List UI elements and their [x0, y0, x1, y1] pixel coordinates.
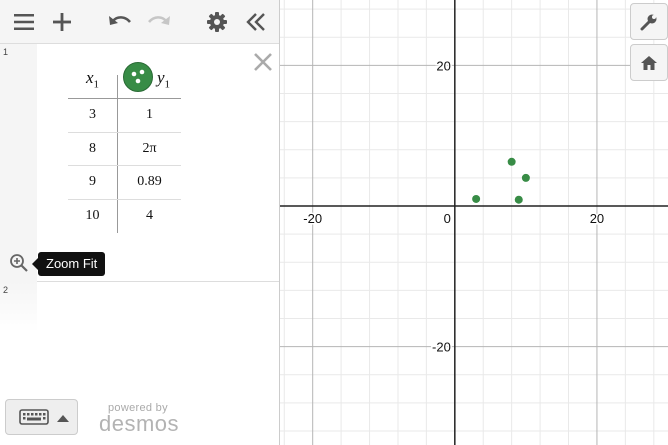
- gear-icon: [207, 12, 227, 32]
- expression-list: 1 x1 y1 3 1 8 2π 9 0.89 10 4 Zoom Fit 2: [0, 44, 279, 445]
- redo-icon: [148, 16, 170, 25]
- double-chevron-left-icon: [246, 13, 265, 31]
- x-cell[interactable]: 9: [68, 174, 117, 190]
- x-cell[interactable]: 10: [68, 208, 117, 224]
- y-cell[interactable]: 0.89: [118, 174, 181, 190]
- table-row: 8 2π: [68, 133, 181, 166]
- x-column-header[interactable]: x1: [68, 68, 117, 90]
- x-tick-label: 0: [444, 211, 451, 226]
- line-number: 2: [3, 285, 9, 295]
- expression-gutter[interactable]: 1: [0, 44, 37, 282]
- graph-settings-button[interactable]: [630, 3, 668, 40]
- empty-expression[interactable]: 2: [0, 282, 279, 332]
- data-points: [472, 157, 530, 204]
- keyboard-icon: [19, 409, 49, 425]
- data-point: [521, 173, 530, 182]
- axes: [280, 0, 668, 445]
- data-point: [514, 195, 523, 204]
- y-tick-label: 20: [436, 58, 450, 73]
- x-tick-label: 20: [590, 211, 604, 226]
- x-cell[interactable]: 8: [68, 141, 117, 157]
- y-cell[interactable]: 1: [118, 107, 181, 123]
- hamburger-icon: [14, 14, 34, 30]
- collapse-panel-button[interactable]: [242, 6, 270, 38]
- caret-up-icon: [57, 415, 69, 422]
- plus-icon: [53, 13, 71, 31]
- table-expression[interactable]: 1 x1 y1 3 1 8 2π 9 0.89 10 4 Zoom Fit: [0, 44, 279, 282]
- add-item-button[interactable]: [48, 6, 76, 38]
- point-style-icon: [131, 69, 145, 84]
- y-cell[interactable]: 4: [118, 208, 181, 224]
- line-number: 1: [3, 47, 9, 57]
- data-point: [507, 157, 516, 166]
- y-cell[interactable]: 2π: [118, 141, 181, 157]
- graph-canvas[interactable]: -20 0 20 20 -20: [280, 0, 668, 445]
- y-column-header[interactable]: y1: [157, 68, 170, 90]
- wrench-icon: [640, 14, 657, 30]
- expression-panel: 1 x1 y1 3 1 8 2π 9 0.89 10 4 Zoom Fit 2 …: [0, 0, 280, 445]
- toolbar: [0, 0, 279, 44]
- table-row: 9 0.89: [68, 166, 181, 200]
- minor-gridlines: [280, 0, 668, 445]
- undo-button[interactable]: [106, 6, 134, 38]
- expression-gutter[interactable]: 2: [0, 282, 37, 332]
- redo-button[interactable]: [145, 6, 173, 38]
- y-tick-label: -20: [432, 340, 451, 355]
- zoom-fit-tooltip: Zoom Fit: [31, 252, 106, 276]
- table-row: 3 1: [68, 99, 181, 133]
- x-tick-label: -20: [303, 211, 322, 226]
- table-row: 10 4: [68, 200, 181, 234]
- x-cell[interactable]: 3: [68, 107, 117, 123]
- graph-paper[interactable]: -20 0 20 20 -20: [280, 0, 668, 445]
- major-gridlines: [280, 0, 668, 445]
- home-icon: [641, 55, 657, 70]
- data-table: x1 y1 3 1 8 2π 9 0.89 10 4: [68, 57, 181, 233]
- desmos-logo[interactable]: desmos: [99, 411, 179, 437]
- close-icon[interactable]: [252, 51, 274, 73]
- zoom-fit-icon[interactable]: [9, 253, 29, 273]
- menu-button[interactable]: [10, 6, 38, 38]
- undo-icon: [109, 16, 131, 25]
- keypad-toggle-button[interactable]: [5, 399, 78, 435]
- series-style-button[interactable]: [123, 62, 153, 92]
- data-point: [472, 194, 481, 203]
- table-header: x1 y1: [68, 57, 181, 99]
- default-viewport-button[interactable]: [630, 44, 668, 81]
- settings-button[interactable]: [203, 6, 231, 38]
